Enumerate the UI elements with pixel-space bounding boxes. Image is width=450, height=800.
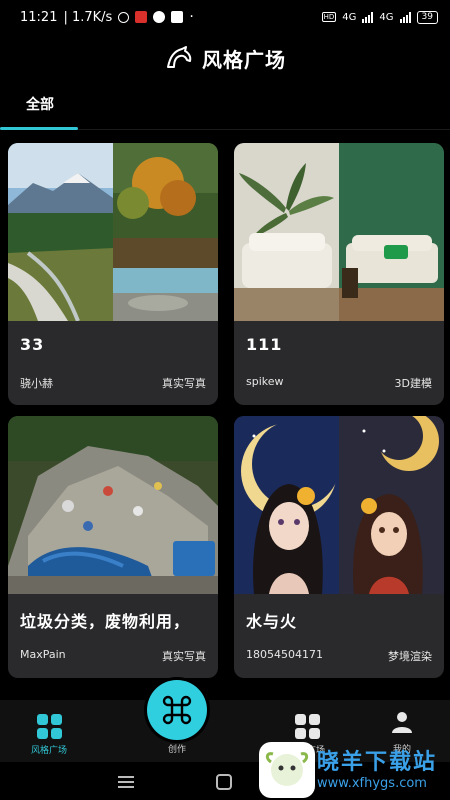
network-type-right: 4G — [379, 11, 394, 23]
status-right: HD 4G 4G 39 — [321, 10, 438, 24]
sheep-logo-icon — [259, 742, 315, 798]
command-icon — [162, 695, 192, 725]
card-style-tag: 真实写真 — [162, 650, 206, 663]
tab-all-label: 全部 — [26, 97, 54, 113]
style-card[interactable]: 垃圾分类，废物利用， MaxPain 真实写真 — [8, 416, 218, 678]
app-header: 风格广场 — [0, 38, 450, 78]
style-card[interactable]: 111 spikew 3D建模 — [234, 143, 444, 405]
card-author: 骁小赫 — [20, 377, 53, 390]
battery-icon: 39 — [416, 10, 438, 24]
horse-logo-icon — [167, 46, 192, 68]
signal-icon — [362, 11, 374, 23]
tab-active-indicator — [0, 127, 78, 130]
signal-icon-2 — [399, 11, 411, 23]
create-label: 创作 — [167, 745, 186, 755]
bluetooth-icon — [171, 11, 184, 23]
status-time: 11:21 — [20, 9, 58, 25]
home-icon[interactable] — [216, 774, 232, 790]
card-style-tag: 3D建模 — [394, 377, 432, 390]
card-image-landscape — [8, 143, 218, 321]
card-author: 18054504171 — [246, 648, 323, 661]
nav-style-square[interactable]: 风格广场 — [4, 710, 94, 756]
mute-icon — [118, 11, 130, 23]
watermark-title: 晓羊下载站 — [317, 750, 438, 775]
style-card[interactable]: 水与火 18054504171 梦境渲染 — [234, 416, 444, 678]
card-title: 33 — [20, 335, 45, 354]
grid-icon — [36, 714, 62, 739]
hd-icon: HD — [321, 12, 337, 22]
card-author: MaxPain — [20, 648, 66, 661]
card-image-garbage — [8, 416, 218, 594]
card-title: 水与火 — [246, 612, 298, 631]
category-tabs: 全部 — [0, 86, 450, 130]
menu-icon[interactable] — [118, 775, 134, 789]
card-style-tag: 真实写真 — [162, 377, 206, 390]
card-style-tag: 梦境渲染 — [388, 650, 432, 663]
status-left: 11:21 | 1.7K/s · — [20, 9, 194, 25]
more-dot-icon: · — [189, 9, 194, 25]
status-bar: 11:21 | 1.7K/s · HD 4G 4G 39 — [0, 0, 450, 34]
watermark: 晓羊下载站 www.xfhygs.com — [257, 740, 450, 800]
watermark-url: www.xfhygs.com — [317, 776, 427, 791]
network-type-left: 4G — [342, 11, 357, 23]
nav-style-square-label: 风格广场 — [30, 746, 67, 756]
card-image-anime — [234, 416, 444, 594]
user-profile-icon — [392, 712, 412, 733]
page-title: 风格广场 — [202, 47, 286, 72]
card-author: spikew — [246, 375, 284, 388]
grid-icon — [294, 714, 320, 739]
card-title: 垃圾分类，废物利用， — [20, 612, 191, 631]
style-card[interactable]: 33 骁小赫 真实写真 — [8, 143, 218, 405]
weibo-icon — [153, 11, 166, 23]
card-title: 111 — [246, 335, 283, 354]
app-notification-icon — [135, 11, 148, 23]
create-button[interactable] — [147, 680, 207, 740]
card-image-interior — [234, 143, 444, 321]
network-speed: | 1.7K/s — [63, 9, 113, 25]
tab-all[interactable]: 全部 — [0, 86, 80, 130]
